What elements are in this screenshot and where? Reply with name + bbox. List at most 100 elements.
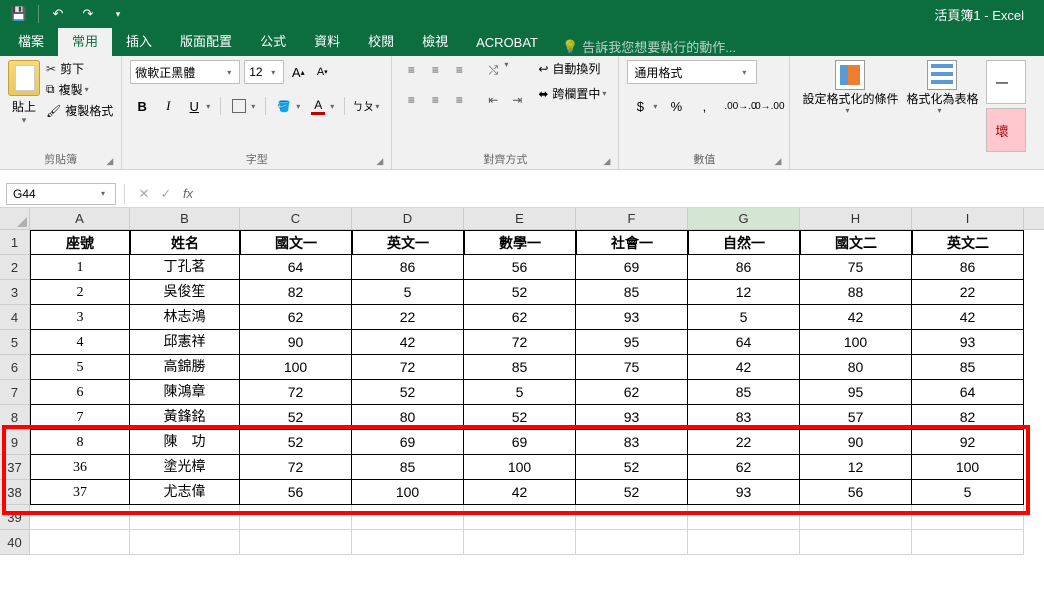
cell[interactable]: 80 — [800, 355, 912, 380]
cell[interactable]: 72 — [352, 355, 464, 380]
cell[interactable]: 42 — [912, 305, 1024, 330]
cell[interactable] — [30, 505, 130, 530]
column-header[interactable]: C — [240, 208, 352, 229]
cell[interactable]: 82 — [240, 280, 352, 305]
align-left-button[interactable]: ≡ — [400, 90, 422, 110]
tell-me-search[interactable]: 💡 告訴我您想要執行的動作... — [552, 37, 736, 56]
enter-formula-button[interactable]: ✓ — [155, 186, 177, 202]
cell[interactable]: 姓名 — [130, 230, 240, 255]
tab-view[interactable]: 檢視 — [408, 25, 462, 56]
cell[interactable]: 52 — [352, 380, 464, 405]
cell[interactable]: 5 — [464, 380, 576, 405]
dialog-launcher-icon[interactable]: ◢ — [376, 156, 383, 167]
cell[interactable]: 86 — [688, 255, 800, 280]
cell[interactable]: 3 — [30, 305, 130, 330]
tab-insert[interactable]: 插入 — [112, 25, 166, 56]
font-name-selector[interactable]: 微軟正黑體▾ — [130, 60, 240, 84]
conditional-formatting-button[interactable]: 設定格式化的條件 ▾ — [802, 60, 898, 115]
decrease-decimal-button[interactable]: .0→.00 — [755, 94, 781, 118]
format-as-table-button[interactable]: 格式化為表格 ▾ — [906, 60, 978, 115]
cell[interactable] — [130, 505, 240, 530]
cell[interactable]: 75 — [576, 355, 688, 380]
cell[interactable]: 100 — [912, 455, 1024, 480]
cell[interactable] — [688, 530, 800, 555]
select-all-button[interactable] — [0, 208, 30, 229]
dialog-launcher-icon[interactable]: ◢ — [106, 156, 113, 167]
cell[interactable]: 56 — [464, 255, 576, 280]
cell[interactable]: 52 — [464, 280, 576, 305]
insert-function-button[interactable]: fx — [177, 186, 199, 201]
copy-button[interactable]: ⧉複製▾ — [46, 81, 113, 98]
tab-file[interactable]: 檔案 — [4, 25, 58, 56]
cell[interactable]: 52 — [576, 455, 688, 480]
column-header[interactable]: B — [130, 208, 240, 229]
cell[interactable]: 69 — [576, 255, 688, 280]
row-header[interactable]: 6 — [0, 355, 30, 380]
cell[interactable]: 12 — [688, 280, 800, 305]
redo-button[interactable]: ↷ — [75, 2, 101, 26]
dialog-launcher-icon[interactable]: ◢ — [775, 156, 782, 167]
chevron-down-icon[interactable]: ▾ — [653, 102, 657, 111]
cell[interactable] — [800, 505, 912, 530]
cell[interactable]: 52 — [240, 405, 352, 430]
chevron-down-icon[interactable]: ▾ — [330, 102, 334, 111]
cell[interactable] — [240, 530, 352, 555]
cell[interactable]: 95 — [576, 330, 688, 355]
align-bottom-button[interactable]: ≡ — [448, 60, 470, 80]
decrease-indent-button[interactable]: ⇤ — [482, 90, 504, 110]
cell[interactable] — [130, 530, 240, 555]
column-header[interactable]: D — [352, 208, 464, 229]
font-color-button[interactable]: A — [306, 94, 330, 118]
cell[interactable] — [576, 505, 688, 530]
percent-format-button[interactable]: % — [663, 94, 689, 118]
cell[interactable]: 丁孔茗 — [130, 255, 240, 280]
cell[interactable]: 36 — [30, 455, 130, 480]
cell[interactable]: 英文一 — [352, 230, 464, 255]
cell[interactable]: 國文二 — [800, 230, 912, 255]
cell[interactable]: 陳 功 — [130, 430, 240, 455]
comma-format-button[interactable]: , — [691, 94, 717, 118]
cell[interactable]: 國文一 — [240, 230, 352, 255]
cell[interactable]: 85 — [464, 355, 576, 380]
cell[interactable]: 4 — [30, 330, 130, 355]
cell[interactable]: 2 — [30, 280, 130, 305]
cell[interactable]: 1 — [30, 255, 130, 280]
cancel-formula-button[interactable]: ✕ — [133, 186, 155, 202]
cell[interactable] — [800, 530, 912, 555]
cell[interactable]: 83 — [688, 405, 800, 430]
cell[interactable]: 52 — [576, 480, 688, 505]
cell-style-bad[interactable]: 壞 — [986, 108, 1026, 152]
cell[interactable] — [352, 505, 464, 530]
tab-data[interactable]: 資料 — [300, 25, 354, 56]
cut-button[interactable]: ✂剪下 — [46, 60, 113, 77]
cell[interactable]: 90 — [800, 430, 912, 455]
cell[interactable]: 42 — [800, 305, 912, 330]
font-size-selector[interactable]: 12▾ — [244, 60, 284, 84]
cell[interactable]: 5 — [30, 355, 130, 380]
cell[interactable]: 93 — [576, 405, 688, 430]
cell[interactable]: 57 — [800, 405, 912, 430]
cell[interactable]: 吳俊笙 — [130, 280, 240, 305]
name-box[interactable]: G44▾ — [6, 183, 116, 205]
merge-center-button[interactable]: ⬌跨欄置中▾ — [538, 85, 610, 102]
row-header[interactable]: 2 — [0, 255, 30, 280]
dialog-launcher-icon[interactable]: ◢ — [604, 156, 611, 167]
cell[interactable]: 93 — [688, 480, 800, 505]
tab-acrobat[interactable]: ACROBAT — [462, 29, 552, 56]
cell[interactable]: 22 — [912, 280, 1024, 305]
align-right-button[interactable]: ≡ — [448, 90, 470, 110]
cell[interactable]: 座號 — [30, 230, 130, 255]
column-header[interactable]: G — [688, 208, 800, 229]
cell[interactable]: 邱憲祥 — [130, 330, 240, 355]
cell[interactable]: 100 — [352, 480, 464, 505]
cell[interactable]: 64 — [912, 380, 1024, 405]
cell[interactable]: 86 — [912, 255, 1024, 280]
cell[interactable]: 高錦勝 — [130, 355, 240, 380]
cell[interactable]: 6 — [30, 380, 130, 405]
cell[interactable] — [464, 530, 576, 555]
cell[interactable]: 黃鋒銘 — [130, 405, 240, 430]
cell[interactable] — [464, 505, 576, 530]
formula-input[interactable] — [199, 183, 1044, 205]
italic-button[interactable]: I — [156, 94, 180, 118]
tab-home[interactable]: 常用 — [58, 25, 112, 56]
